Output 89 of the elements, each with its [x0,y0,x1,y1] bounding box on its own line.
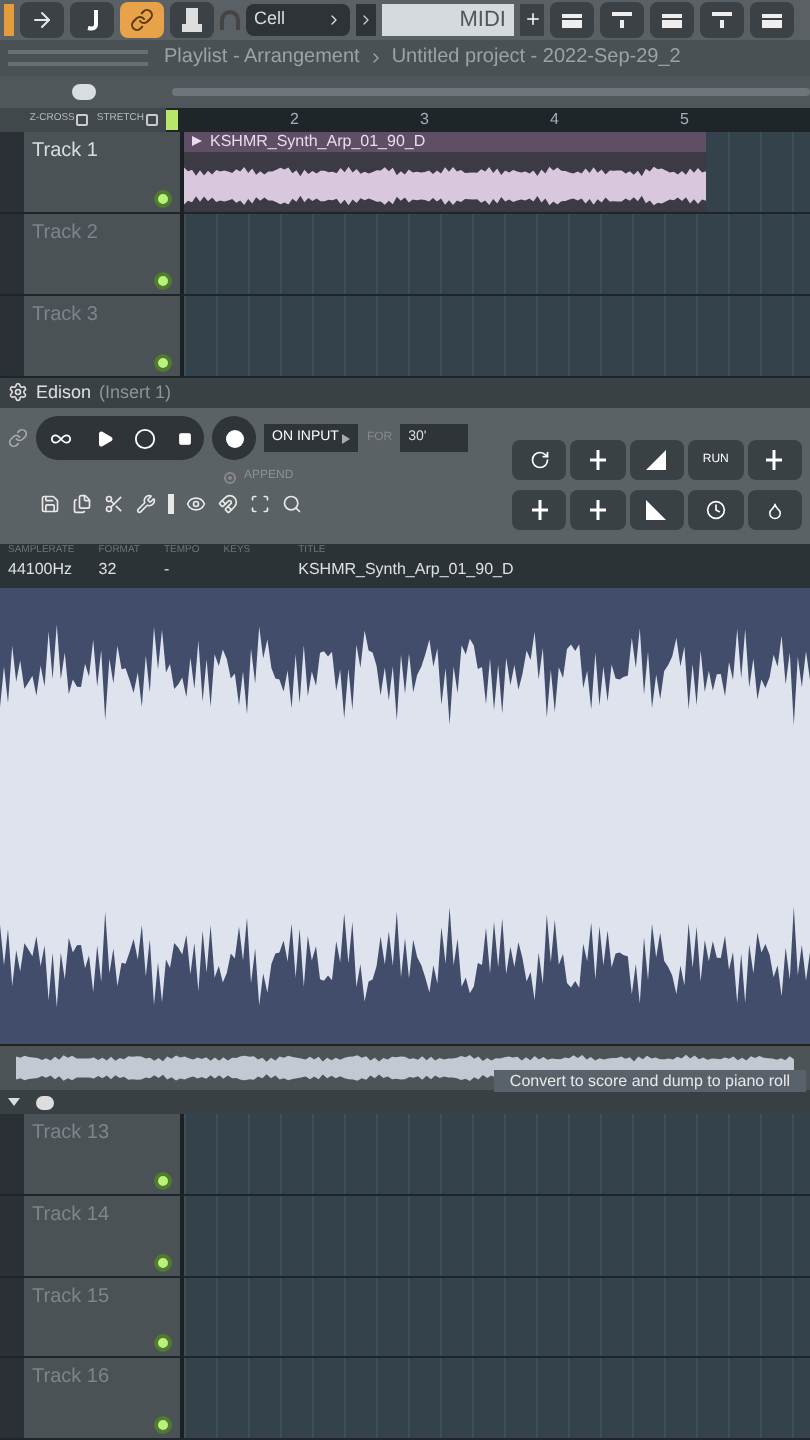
record-icon [225,429,243,448]
tool-button[interactable] [570,440,626,481]
info-value: - [164,558,172,583]
playhead-marker[interactable] [166,109,178,130]
info-value: KSHMR_Synth_Arp_01_90_D [298,558,514,583]
scroll-bar-track[interactable] [172,87,810,96]
window-toggle-button[interactable] [750,1,794,38]
tool-button[interactable] [629,440,685,481]
window-toggle-button[interactable] [550,1,594,38]
option-checkbox[interactable] [146,113,158,126]
wrench-icon[interactable] [136,494,156,515]
mute-button[interactable] [154,271,172,290]
mute-button[interactable] [154,189,172,208]
stop-icon [177,431,191,446]
knob-icon [180,5,204,34]
bar-number: 4 [550,107,561,132]
tool-button[interactable] [512,440,567,481]
scissors-icon[interactable] [104,494,124,515]
arrow-icon [30,7,54,32]
waveform-icon[interactable] [72,83,96,100]
window-toggle-button[interactable] [700,1,744,38]
arrow-button[interactable] [20,1,64,38]
project-name: Untitled project - 2022-Sep-29_2 [391,44,681,73]
window-toggle-button[interactable] [650,1,694,38]
window-icon [610,7,634,32]
next-button[interactable] [356,3,376,36]
add-button[interactable] [520,3,544,36]
bar-number: 2 [290,107,301,132]
track-lane[interactable]: KSHMR_Synth_Arp_01_90_D [184,131,810,212]
select-icon[interactable] [250,494,270,515]
cross-icon [588,450,609,471]
plugin-title: Edison [36,379,92,406]
option-checkbox[interactable] [76,113,89,126]
clip-name: KSHMR_Synth_Arp_01_90_D [210,131,426,152]
play-icon [95,429,113,448]
mute-button[interactable] [154,353,172,372]
tooltip: Convert to score and dump to piano roll [493,1070,806,1093]
magnet-icon[interactable] [218,494,238,515]
ramp-down-icon [646,500,667,521]
bar-number: 5 [680,107,691,132]
plus-icon [523,10,541,29]
clock-icon [705,500,726,521]
circle-icon [133,427,155,450]
cross-icon [529,500,550,521]
playlist-title: Playlist - Arrangement [164,44,360,73]
link-button[interactable] [120,1,164,38]
copy-icon[interactable] [72,494,92,515]
link-icon[interactable] [8,428,28,449]
audio-clip[interactable]: KSHMR_Synth_Arp_01_90_D [184,131,706,212]
chevron-icon [342,433,351,444]
tool-button[interactable] [688,490,744,531]
mute-button[interactable] [154,1253,172,1272]
eye-icon[interactable] [186,494,206,515]
info-value: 44100Hz [8,558,75,583]
tool-button[interactable] [570,490,626,531]
window-icon [710,7,734,32]
bar-number: 3 [420,107,431,132]
move-icon[interactable] [36,1095,54,1110]
zoom-icon[interactable] [282,494,302,515]
slide-button[interactable] [70,1,114,38]
hook-icon [82,7,102,32]
tool-button[interactable] [747,490,802,531]
tool-button[interactable] [747,440,802,481]
stamp-button[interactable] [4,3,14,36]
window-toggle-button[interactable] [600,1,644,38]
rotate-icon [529,450,550,471]
tool-button[interactable] [512,490,567,531]
tool-button[interactable] [629,490,685,531]
track-name[interactable]: Track 1 [32,135,98,166]
cross-icon [588,500,609,521]
knob-button[interactable] [170,1,214,38]
cross-icon [764,450,785,471]
save-icon[interactable] [40,494,60,515]
menu-arrow-icon[interactable] [8,1098,20,1107]
record-button[interactable] [212,416,256,461]
settings-icon[interactable] [8,382,28,403]
ramp-up-icon [646,450,667,471]
marker-icon[interactable] [168,494,174,515]
info-value: 32 [98,558,119,583]
insert-label: (Insert 1) [99,379,172,406]
clip-arrow-icon [192,136,202,147]
link-icon [130,7,154,32]
mute-button[interactable] [154,1172,172,1191]
append-radio[interactable] [224,471,236,484]
pattern-selector[interactable]: Cell [246,3,350,36]
mute-button[interactable] [154,1416,172,1434]
mute-button[interactable] [154,1334,172,1353]
midi-field[interactable]: MIDI [382,3,514,36]
drop-icon [765,501,784,520]
